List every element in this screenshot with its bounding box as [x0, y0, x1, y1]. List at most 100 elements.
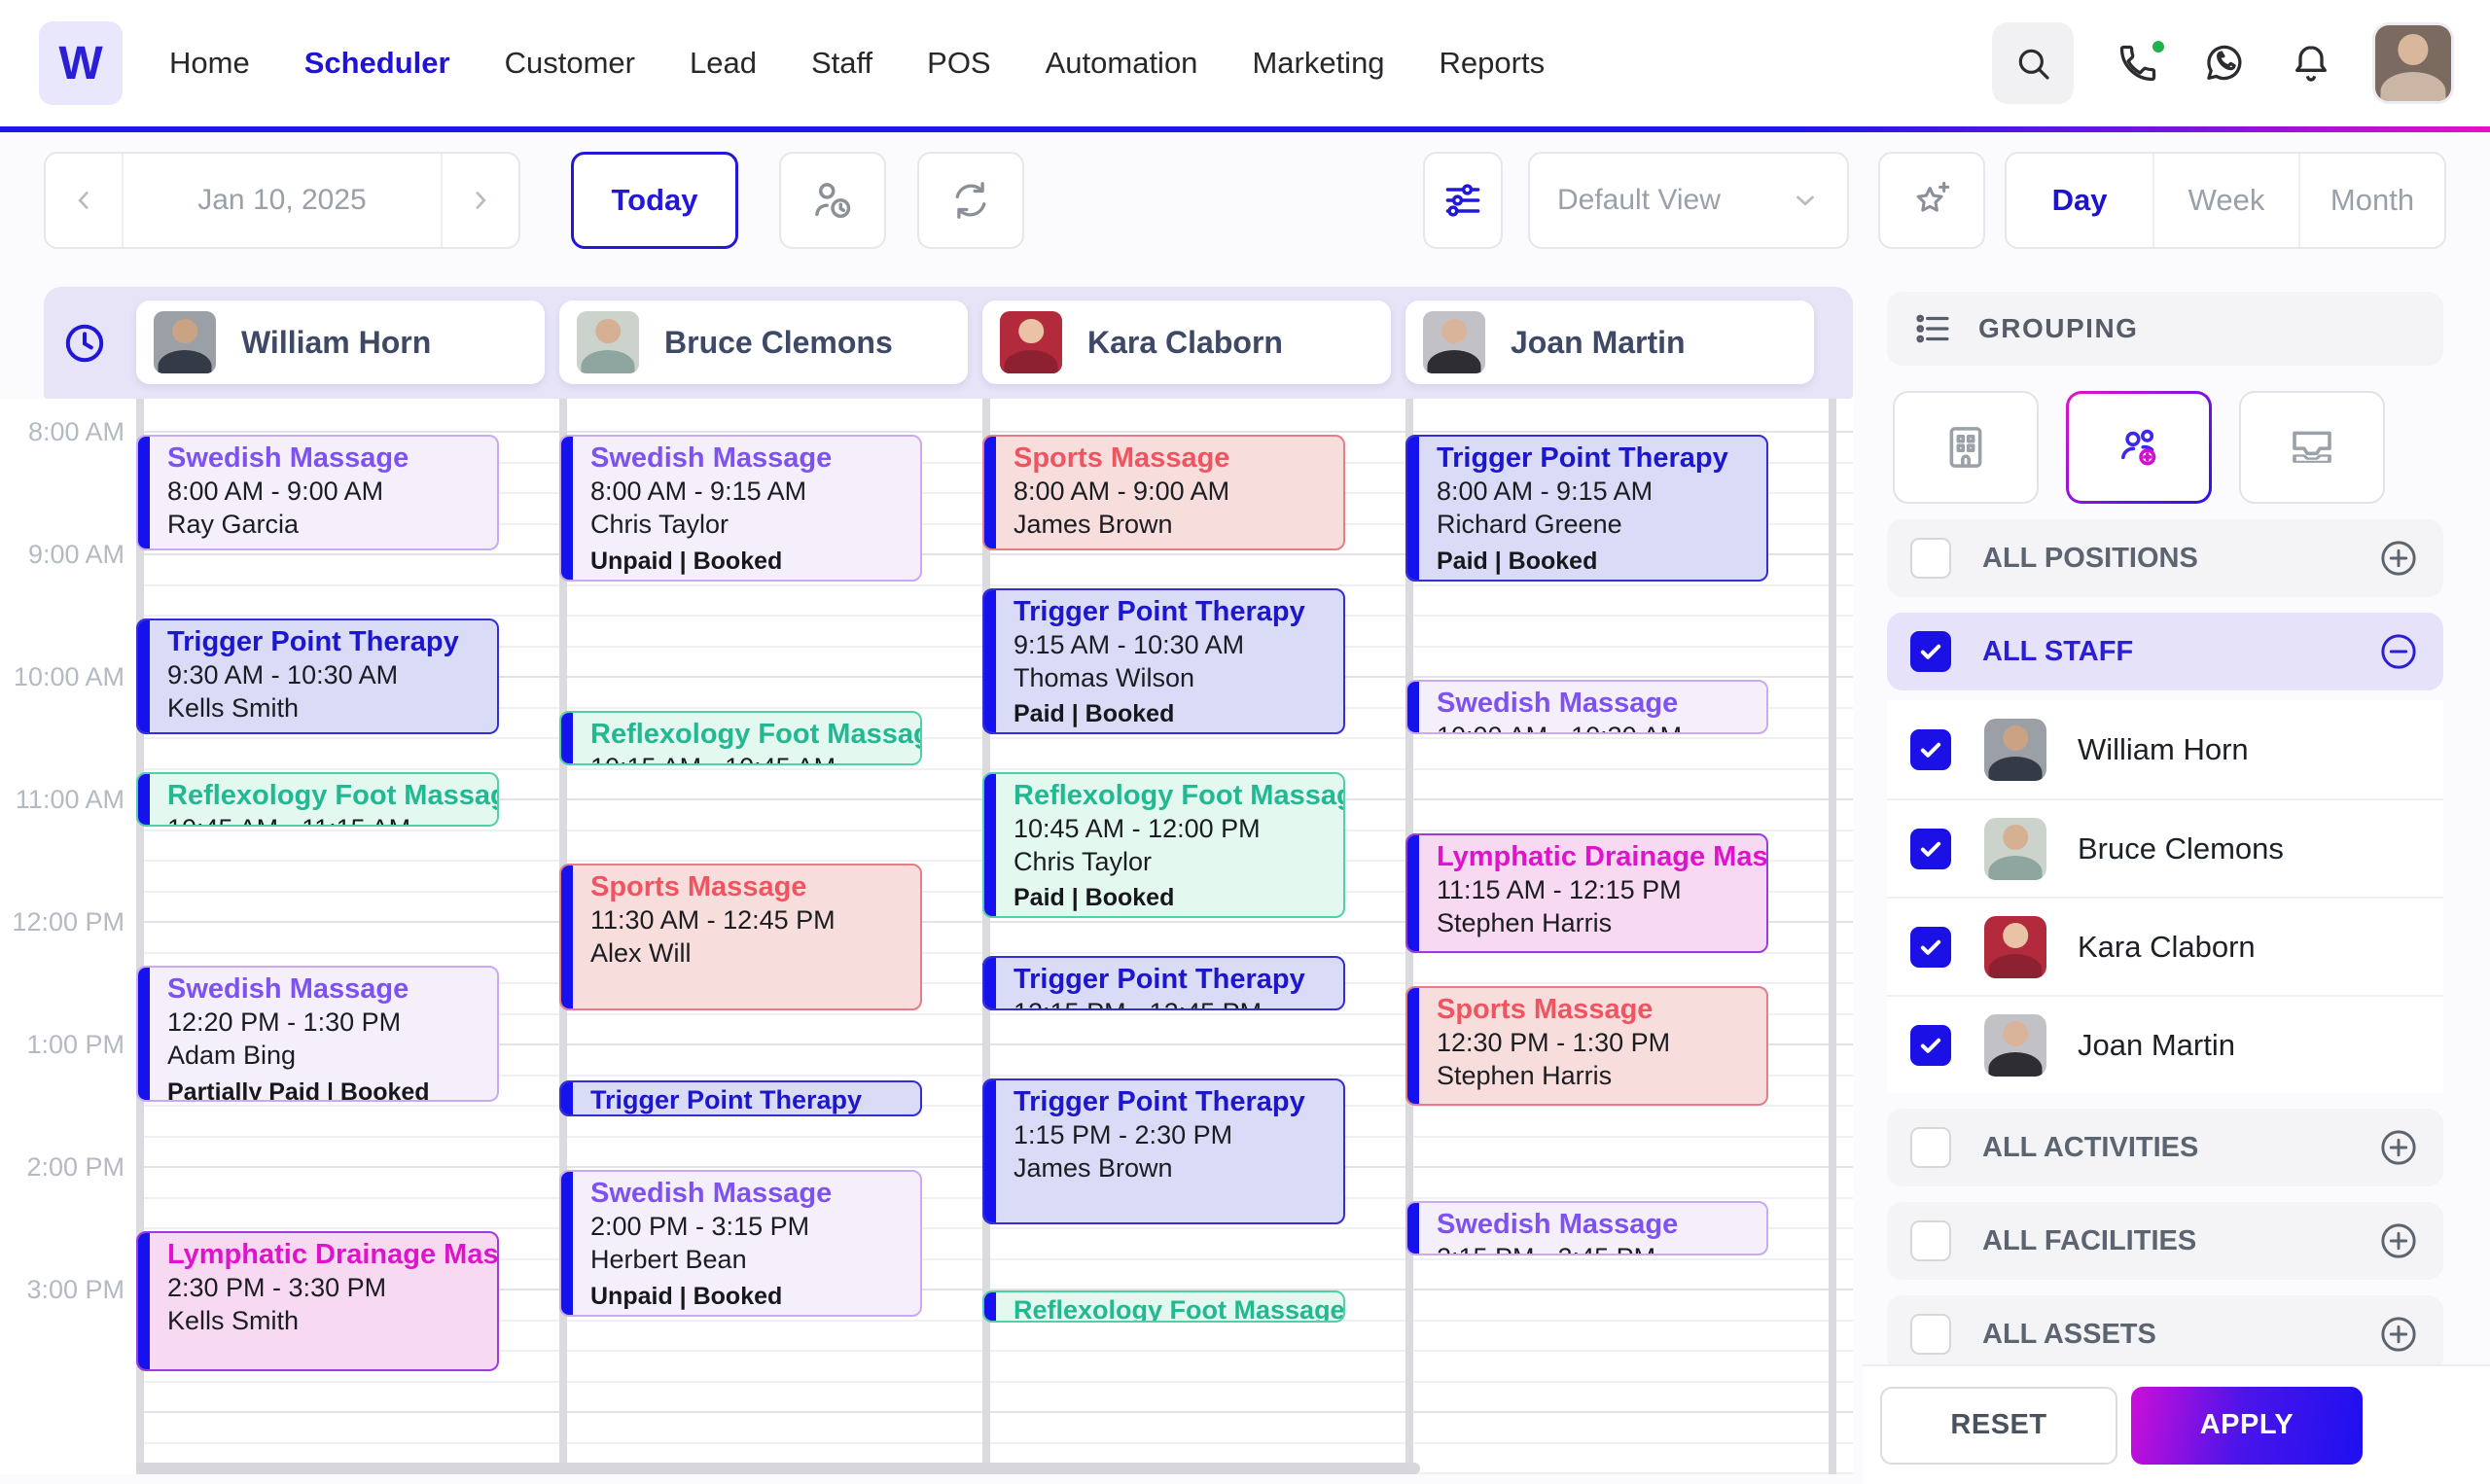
date-display[interactable]: Jan 10, 2025	[122, 154, 443, 247]
notifications-button[interactable]	[2290, 42, 2332, 85]
today-button[interactable]: Today	[571, 152, 738, 249]
event-accent-bar	[561, 1171, 573, 1315]
event-card-swedish-massage[interactable]: Swedish Massage 2:00 PM - 3:15 PM Herbert …	[559, 1170, 922, 1317]
staff-column-header-william-horn[interactable]: William Horn	[136, 300, 545, 384]
staff-name: Bruce Clemons	[664, 324, 893, 360]
checkbox[interactable]	[1910, 1024, 1951, 1066]
staff-column-header-bruce-clemons[interactable]: Bruce Clemons	[559, 300, 968, 384]
horizontal-scrollbar[interactable]	[136, 1463, 1420, 1474]
nav-item-staff[interactable]: Staff	[811, 46, 872, 81]
checkbox[interactable]	[1910, 728, 1951, 770]
event-card-sports-massage[interactable]: Sports Massage 11:30 AM - 12:45 PM Alex Wi…	[559, 864, 922, 1010]
app-logo[interactable]: W	[39, 21, 123, 105]
calls-button[interactable]	[2116, 38, 2167, 85]
staff-column-header-joan-martin[interactable]: Joan Martin	[1405, 300, 1814, 384]
event-card-trigger-point-therapy[interactable]: Trigger Point Therapy 8:00 AM - 9:15 AM Ri…	[1405, 435, 1768, 582]
filter-section-all-assets[interactable]: ALL ASSETS	[1887, 1295, 2443, 1373]
checkbox[interactable]	[1910, 926, 1951, 968]
view-select[interactable]: Default View	[1528, 152, 1849, 249]
time-label: 2:00 PM	[26, 1152, 124, 1182]
checkbox[interactable]	[1910, 828, 1951, 869]
reset-button[interactable]: RESET	[1880, 1386, 2117, 1465]
filters-button[interactable]	[1423, 152, 1503, 249]
checkbox[interactable]	[1910, 1220, 1951, 1261]
view-mode-month[interactable]: Month	[2298, 154, 2444, 247]
event-title: Swedish Massage	[590, 442, 833, 474]
minus-circle-icon	[2381, 634, 2416, 669]
nav-item-pos[interactable]: POS	[927, 46, 990, 81]
event-card-sports-massage[interactable]: Sports Massage 12:30 PM - 1:30 PM Stephen …	[1405, 986, 1768, 1107]
expand-button[interactable]	[2377, 1219, 2420, 1262]
checkbox[interactable]	[1910, 1127, 1951, 1168]
expand-button[interactable]	[2377, 537, 2420, 580]
event-client: Adam Bing	[167, 1041, 297, 1071]
staff-filter-bruce-clemons[interactable]: Bruce Clemons	[1887, 798, 2443, 897]
event-card-reflexology-foot-massage[interactable]: Reflexology Foot Massage 10:45 AM - 12:00…	[982, 771, 1345, 918]
event-card-swedish-massage[interactable]: Swedish Massage10:00 AM - 10:30 AM	[1405, 680, 1768, 734]
event-body: Trigger Point Therapy 8:00 AM - 9:15 AM Ri…	[1419, 437, 1734, 580]
event-time: 10:45 AM - 12:00 PM	[1014, 813, 1261, 843]
view-mode-day[interactable]: Day	[2007, 154, 2152, 247]
nav-item-customer[interactable]: Customer	[505, 46, 635, 81]
event-accent-bar	[561, 436, 573, 580]
event-card-lymphatic-drainage-massage[interactable]: Lymphatic Drainage Massage11:15 AM - 12:…	[1405, 832, 1768, 953]
avatar	[1984, 915, 2046, 978]
event-card-reflexology-foot-massage[interactable]: Reflexology Foot Massage10:15 AM - 10:45…	[559, 710, 922, 765]
event-card-swedish-massage[interactable]: Swedish Massage 8:00 AM - 9:15 AM Chris Ta…	[559, 435, 922, 582]
staff-column-header-kara-claborn[interactable]: Kara Claborn	[982, 300, 1391, 384]
view-mode-week[interactable]: Week	[2152, 154, 2298, 247]
search-button[interactable]	[1992, 22, 2074, 104]
event-card-trigger-point-therapy[interactable]: Trigger Point Therapy12:15 PM - 12:45 PM	[982, 955, 1345, 1010]
user-avatar[interactable]	[2375, 25, 2451, 101]
event-card-swedish-massage[interactable]: Swedish Massage 12:20 PM - 1:30 PM Adam Bi…	[136, 966, 499, 1102]
checkbox[interactable]	[1910, 631, 1951, 672]
expand-button[interactable]	[2377, 1313, 2420, 1356]
grouping-title: GROUPING	[1978, 313, 2139, 343]
staff-filter-kara-claborn[interactable]: Kara Claborn	[1887, 897, 2443, 995]
group-by-asset-button[interactable]	[2239, 391, 2385, 504]
event-card-reflexology-foot-massage[interactable]: Reflexology Foot Massage10:45 AM - 11:15…	[136, 771, 499, 827]
staff-filter-william-horn[interactable]: William Horn	[1887, 700, 2443, 798]
filter-section-all-positions[interactable]: ALL POSITIONS	[1887, 519, 2443, 597]
checkbox[interactable]	[1910, 1314, 1951, 1355]
event-body: Swedish Massage 2:00 PM - 3:15 PM Herbert …	[573, 1172, 837, 1315]
group-by-facility-button[interactable]	[1893, 391, 2039, 504]
apply-button[interactable]: APPLY	[2131, 1386, 2363, 1465]
event-card-trigger-point-therapy[interactable]: Trigger Point Therapy 1:15 PM - 2:30 PM Ja…	[982, 1078, 1345, 1224]
event-card-lymphatic-drainage-massage[interactable]: Lymphatic Drainage Massage2:30 PM - 3:30…	[136, 1231, 499, 1372]
favorite-view-button[interactable]	[1878, 152, 1985, 249]
filter-section-all-staff[interactable]: ALL STAFF	[1887, 613, 2443, 690]
event-time: 9:15 AM - 10:30 AM	[1014, 629, 1245, 659]
collapse-button[interactable]	[2377, 630, 2420, 673]
event-card-reflexology-foot-massage[interactable]: Reflexology Foot Massage	[982, 1290, 1345, 1323]
checkbox[interactable]	[1910, 538, 1951, 579]
event-card-trigger-point-therapy[interactable]: Trigger Point Therapy 9:15 AM - 10:30 AM T…	[982, 587, 1345, 734]
nav-item-automation[interactable]: Automation	[1046, 46, 1198, 81]
staff-hours-button[interactable]	[779, 152, 886, 249]
whatsapp-button[interactable]	[2202, 41, 2247, 86]
nav-item-reports[interactable]: Reports	[1440, 46, 1546, 81]
event-card-trigger-point-therapy[interactable]: Trigger Point Therapy	[559, 1079, 922, 1116]
filter-section-all-facilities[interactable]: ALL FACILITIES	[1887, 1202, 2443, 1280]
refresh-button[interactable]	[917, 152, 1024, 249]
nav-item-home[interactable]: Home	[169, 46, 250, 81]
event-time: 12:15 PM - 12:45 PM	[1014, 996, 1305, 1008]
staff-filter-joan-martin[interactable]: Joan Martin	[1887, 995, 2443, 1093]
event-accent-bar	[984, 773, 996, 917]
event-card-swedish-massage[interactable]: Swedish Massage 8:00 AM - 9:00 AM Ray Garc…	[136, 435, 499, 550]
next-day-button[interactable]	[443, 154, 518, 247]
event-card-sports-massage[interactable]: Sports Massage 8:00 AM - 9:00 AM James Bro…	[982, 435, 1345, 550]
nav-item-lead[interactable]: Lead	[690, 46, 757, 81]
event-time: 11:15 AM - 12:15 PM	[1437, 874, 1682, 904]
filter-section-all-activities[interactable]: ALL ACTIVITIES	[1887, 1109, 2443, 1186]
event-body: Swedish Massage 12:20 PM - 1:30 PM Adam Bi…	[150, 968, 436, 1100]
event-card-trigger-point-therapy[interactable]: Trigger Point Therapy 9:30 AM - 10:30 AM K…	[136, 618, 499, 734]
group-by-staff-button[interactable]	[2066, 391, 2212, 504]
event-card-swedish-massage[interactable]: Swedish Massage2:15 PM - 2:45 PM	[1405, 1200, 1768, 1255]
prev-day-button[interactable]	[46, 154, 122, 247]
nav-item-scheduler[interactable]: Scheduler	[304, 46, 450, 81]
expand-button[interactable]	[2377, 1126, 2420, 1169]
avatar-head	[2003, 1021, 2028, 1046]
nav-item-marketing[interactable]: Marketing	[1252, 46, 1384, 81]
event-title: Swedish Massage	[1437, 1208, 1679, 1240]
